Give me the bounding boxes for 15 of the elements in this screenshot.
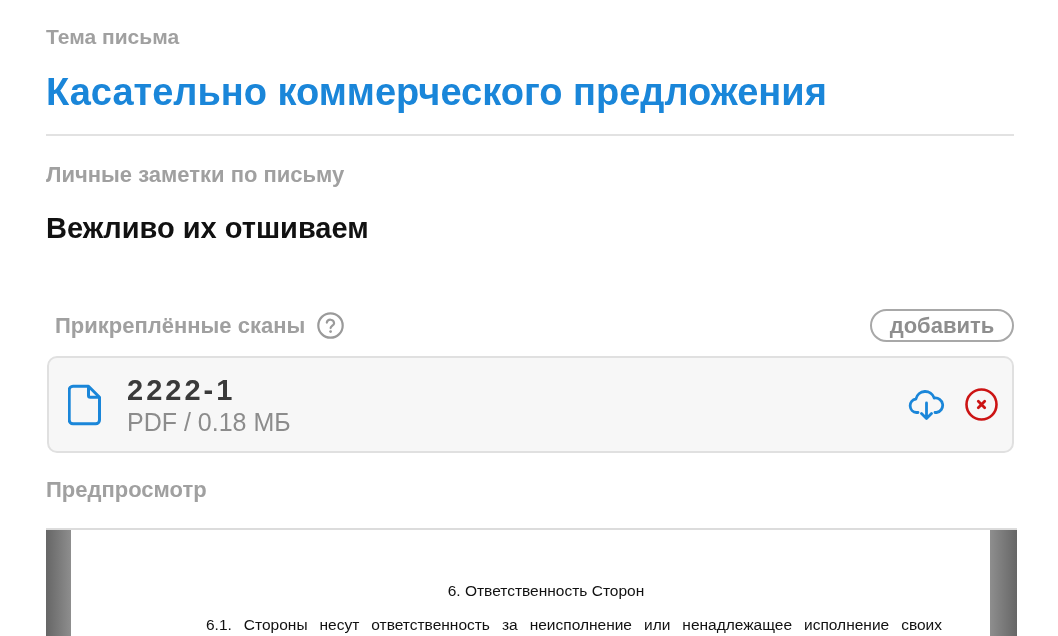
help-icon[interactable] [317, 312, 345, 339]
file-name: 2222-1 [127, 372, 237, 407]
subject-title: Касательно коммерческого предложения [46, 70, 827, 114]
file-meta: PDF / 0.18 МБ [127, 406, 291, 437]
section-label: Прикреплённые сканы [55, 312, 306, 339]
cloud-download-icon[interactable] [908, 389, 945, 420]
document-paragraph: 6.1. Стороны несут ответственность за неисполнение или ненадлежащее исполнение своих [205, 615, 942, 634]
field-label: Тема письма [46, 24, 180, 50]
close-icon[interactable] [965, 388, 998, 421]
section-label: Предпросмотр [46, 477, 207, 503]
document-heading: 6. Ответственность Сторон [447, 581, 645, 600]
add-button[interactable]: добавить [870, 309, 1014, 342]
document-icon [68, 383, 102, 426]
notes-text: Вежливо их отшиваем [46, 211, 369, 246]
field-label: Личные заметки по письму [46, 162, 345, 188]
